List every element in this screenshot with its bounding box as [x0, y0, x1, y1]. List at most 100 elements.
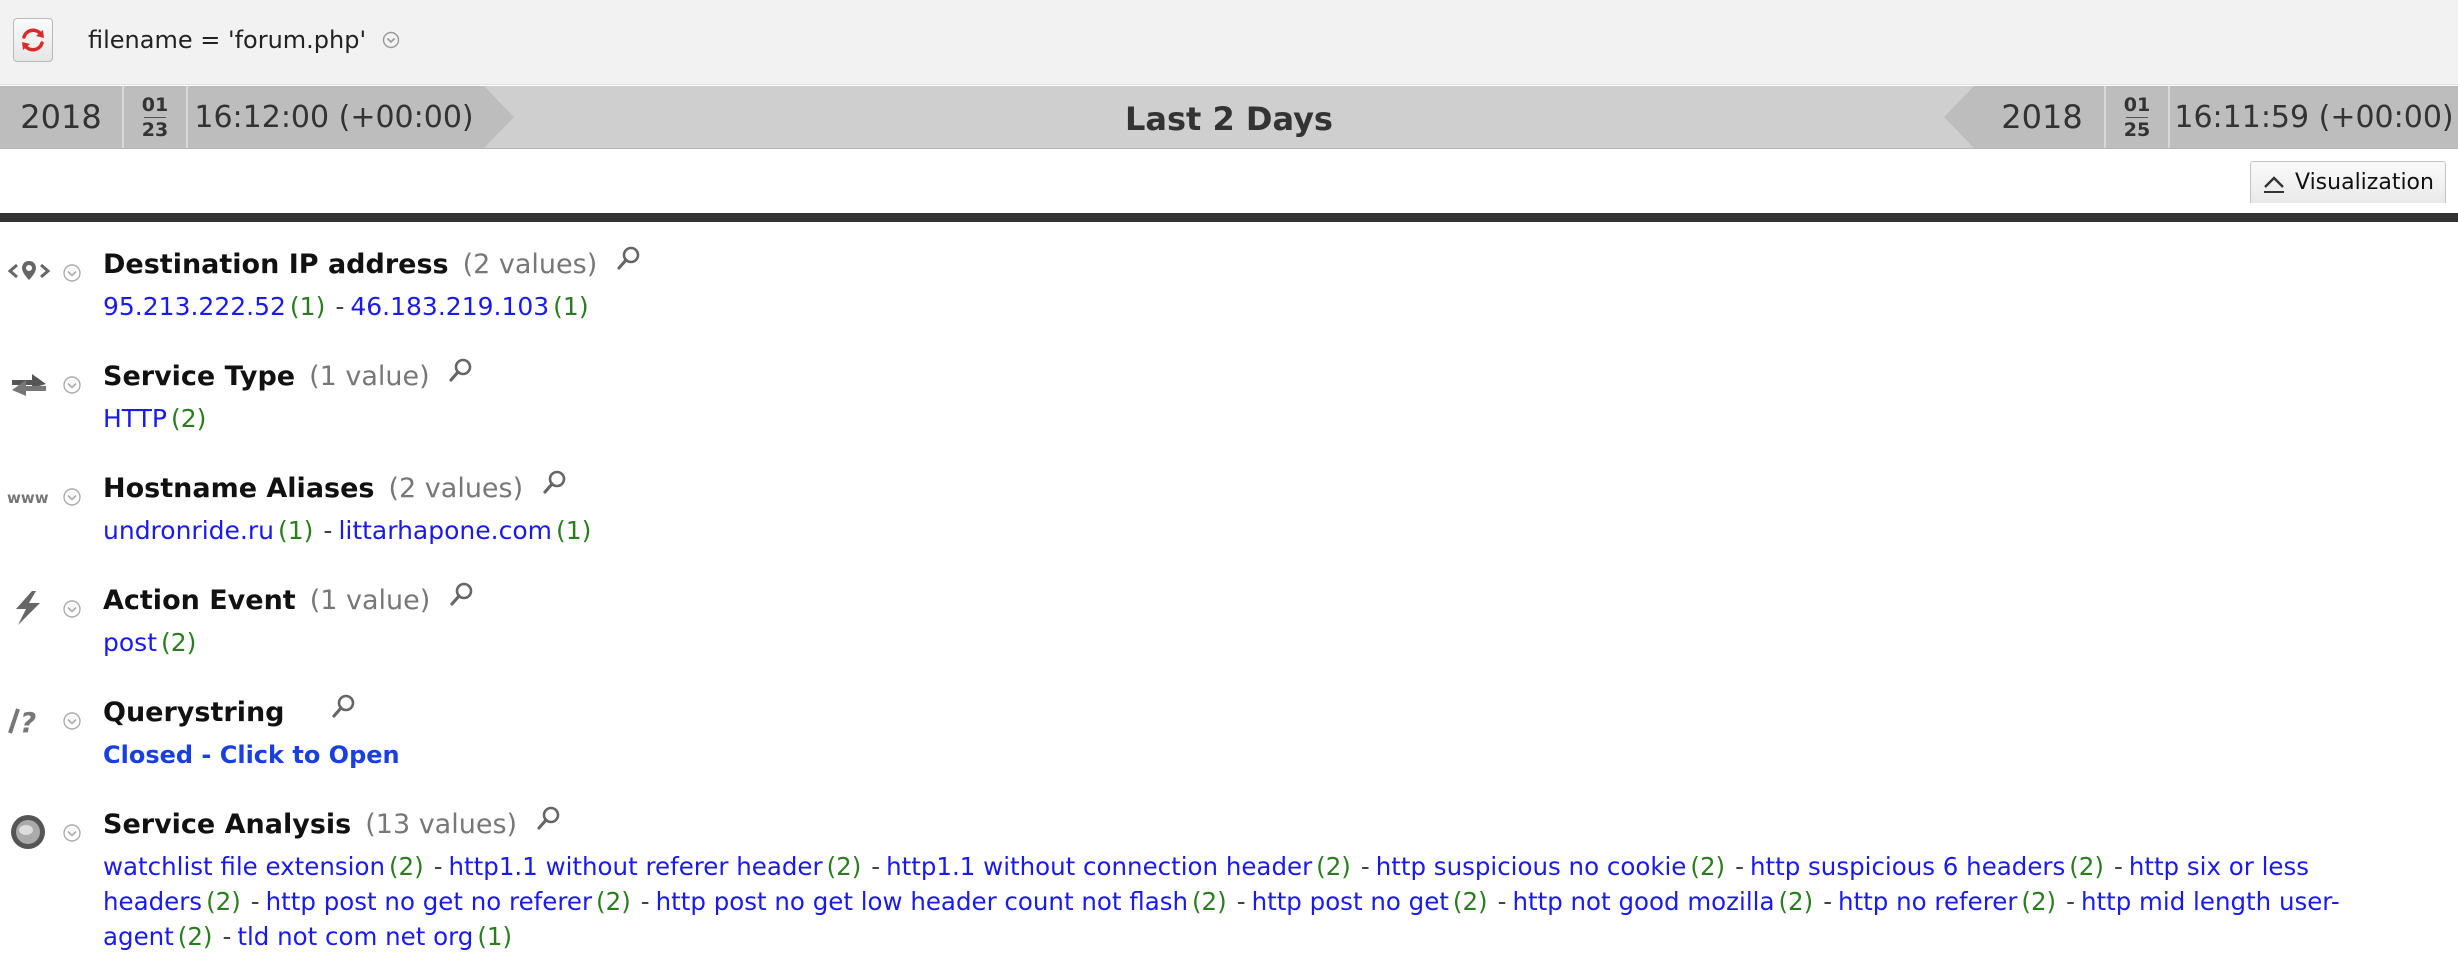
magnifier-icon[interactable]	[449, 581, 475, 607]
magnifier-icon[interactable]	[448, 357, 474, 383]
separator: -	[871, 852, 881, 881]
list-item[interactable]: tld not com net org (1)	[237, 922, 512, 951]
magnifier-icon[interactable]	[331, 693, 357, 719]
chevron-down-icon[interactable]	[62, 487, 82, 507]
magnifier-icon[interactable]	[536, 805, 562, 831]
time-range-bar: 2018 01 23 16:12:00 (+00:00) Last 2 Days…	[0, 86, 2458, 149]
value-count: (1 value)	[309, 361, 430, 392]
chevron-down-icon[interactable]	[382, 27, 400, 55]
separator: -	[335, 292, 345, 321]
refresh-button[interactable]	[13, 18, 53, 62]
exchange-arrows-icon	[12, 374, 46, 396]
chevron-down-icon[interactable]	[62, 599, 82, 619]
visualization-toggle-button[interactable]: Visualization	[2250, 161, 2446, 203]
separator: -	[222, 922, 232, 951]
end-time-text: 16:11:59 (+00:00)	[2174, 99, 2454, 135]
chevron-down-icon[interactable]	[62, 375, 82, 395]
value-count: (2)	[388, 852, 424, 881]
value-count: (2)	[161, 628, 197, 657]
list-item[interactable]: 46.183.219.103 (1)	[350, 292, 588, 321]
list-item[interactable]: http post no get low header count not fl…	[656, 887, 1227, 916]
list-item[interactable]: watchlist file extension (2)	[103, 852, 424, 881]
list-item[interactable]: 95.213.222.52 (1)	[103, 292, 325, 321]
filter-query[interactable]: filename = 'forum.php'	[88, 26, 400, 55]
value-count: (13 values)	[365, 809, 518, 840]
value-link: http1.1 without referer header	[448, 852, 823, 881]
separator: -	[323, 516, 333, 545]
separator: -	[2113, 852, 2123, 881]
value-count: (2)	[1690, 852, 1726, 881]
open-section-link[interactable]: Closed - Click to Open	[103, 741, 400, 769]
value-list: Closed - Click to Open	[103, 737, 2433, 773]
separator: -	[250, 887, 260, 916]
value-count: (2)	[1192, 887, 1227, 916]
value-count: (2)	[170, 404, 207, 433]
chevron-down-icon[interactable]	[62, 263, 82, 283]
section-name[interactable]: Querystring	[103, 697, 285, 728]
separator: -	[1236, 887, 1246, 916]
value-count: (2)	[177, 922, 213, 951]
chevron-up-icon	[2264, 175, 2284, 193]
list-item[interactable]: http post no get no referer (2)	[266, 887, 631, 916]
magnifier-icon[interactable]	[542, 469, 568, 495]
value-link: tld not com net org	[237, 922, 474, 951]
separator: -	[433, 852, 443, 881]
svg-text:www: www	[7, 489, 49, 507]
value-link: http post no get	[1251, 887, 1449, 916]
value-link: littarhapone.com	[338, 516, 552, 545]
separator: -	[640, 887, 650, 916]
value-link: http no referer	[1838, 887, 2018, 916]
value-count: (2)	[1452, 887, 1488, 916]
list-item[interactable]: post (2)	[103, 628, 196, 657]
value-list: 95.213.222.52 (1) -46.183.219.103 (1)	[103, 289, 2433, 324]
list-item[interactable]: http not good mozilla (2)	[1512, 887, 1813, 916]
list-item[interactable]: http1.1 without referer header (2)	[449, 852, 862, 881]
www-icon: www	[7, 489, 49, 507]
value-link: post	[103, 628, 157, 657]
lightning-icon	[16, 591, 40, 625]
chevron-down-icon[interactable]	[62, 711, 82, 731]
section-name[interactable]: Destination IP address	[103, 249, 449, 280]
list-item[interactable]: undronride.ru (1)	[103, 516, 313, 545]
value-count: (2)	[2069, 852, 2104, 881]
magnifier-icon[interactable]	[616, 245, 642, 271]
value-list: watchlist file extension (2) - http1.1 with…	[103, 849, 2433, 954]
separator: -	[1735, 852, 1744, 881]
value-count: (1)	[289, 292, 326, 321]
value-link: HTTP	[103, 404, 167, 433]
section-name[interactable]: Service Analysis	[103, 809, 351, 840]
section-title: Service Type (1 value)	[103, 357, 474, 392]
value-list: undronride.ru (1) - littarhapone.com (1)	[103, 513, 2433, 548]
value-link: http suspicious no cookie	[1375, 852, 1687, 881]
end-time[interactable]: 16:11:59 (+00:00)	[2170, 86, 2458, 148]
section-name[interactable]: Action Event	[103, 585, 296, 616]
value-list: HTTP (2)	[103, 401, 2433, 436]
section-name[interactable]: Service Type	[103, 361, 295, 392]
end-day: 25	[2123, 118, 2151, 141]
separator: -	[1360, 852, 1370, 881]
divider	[0, 213, 2458, 222]
list-item[interactable]: littarhapone.com (1)	[338, 516, 591, 545]
value-list: post (2)	[103, 625, 2433, 660]
end-year[interactable]: 2018	[1980, 86, 2104, 148]
value-count: (2)	[206, 887, 241, 916]
end-month-day[interactable]: 01 25	[2106, 86, 2168, 148]
value-link: watchlist file extension	[103, 852, 385, 881]
chevron-down-icon[interactable]	[62, 823, 82, 843]
value-count: (2 values)	[462, 249, 598, 280]
value-count: (2)	[826, 852, 862, 881]
section-name[interactable]: Hostname Aliases	[103, 473, 375, 504]
list-item[interactable]: HTTP (2)	[103, 404, 206, 433]
value-link: http not good mozilla	[1512, 887, 1775, 916]
list-item[interactable]: http post no get (2)	[1252, 887, 1488, 916]
refresh-icon	[22, 28, 44, 52]
section-title: Service Analysis (13 values)	[103, 805, 562, 840]
list-item[interactable]: http suspicious no cookie (2)	[1376, 852, 1725, 881]
value-count: (2 values)	[388, 473, 524, 504]
value-link: 46.183.219.103	[350, 292, 550, 321]
value-link: http suspicious 6 headers	[1749, 852, 2066, 881]
list-item[interactable]: http suspicious 6 headers (2)	[1750, 852, 2104, 881]
list-item[interactable]: http1.1 without connection header (2)	[886, 852, 1351, 881]
list-item[interactable]: http no referer (2)	[1838, 887, 2056, 916]
value-link: http post no get no referer	[265, 887, 593, 916]
